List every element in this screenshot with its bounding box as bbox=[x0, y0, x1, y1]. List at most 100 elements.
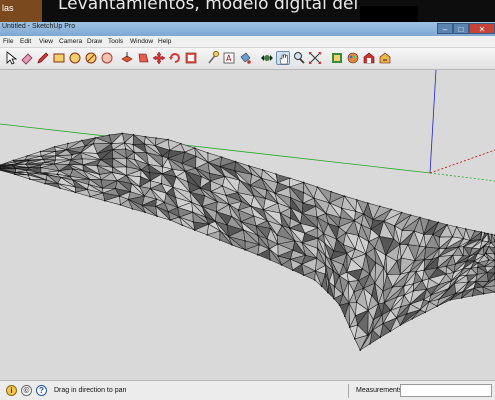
zoom-extents-tool-icon[interactable] bbox=[308, 51, 322, 65]
zoom-tool-icon[interactable] bbox=[292, 51, 306, 65]
terrain-vertex bbox=[26, 171, 29, 174]
orbit-tool-icon[interactable] bbox=[260, 51, 274, 65]
terrain-vertex bbox=[154, 144, 157, 147]
terrain-vertex bbox=[167, 210, 170, 213]
measurements-field[interactable] bbox=[400, 384, 492, 397]
terrain-vertex bbox=[257, 234, 259, 237]
terrain-vertex bbox=[68, 163, 70, 166]
terrain-vertex bbox=[412, 290, 415, 292]
terrain-vertex bbox=[119, 204, 122, 206]
help-icon[interactable]: ? bbox=[36, 385, 47, 396]
push-pull-tool-icon[interactable] bbox=[120, 51, 134, 65]
terrain-vertex bbox=[261, 168, 264, 171]
terrain-vertex bbox=[240, 200, 243, 203]
terrain-vertex bbox=[473, 260, 476, 262]
terrain-vertex bbox=[39, 164, 41, 166]
terrain-vertex bbox=[462, 237, 465, 240]
terrain-vertex bbox=[144, 135, 147, 138]
terrain-vertex bbox=[266, 189, 268, 191]
terrain-vertex bbox=[193, 147, 196, 149]
terrain-vertex bbox=[125, 174, 128, 177]
terrain-vertex bbox=[354, 314, 357, 317]
warehouse-icon[interactable] bbox=[362, 51, 376, 65]
menu-draw[interactable]: Draw bbox=[87, 38, 102, 45]
terrain-vertex bbox=[428, 277, 430, 280]
polygon-tool-icon[interactable] bbox=[100, 51, 114, 65]
move-arrows-tool-icon[interactable] bbox=[152, 51, 166, 65]
menu-view[interactable]: View bbox=[39, 38, 53, 45]
terrain-vertex bbox=[273, 192, 276, 194]
menu-tools[interactable]: Tools bbox=[108, 38, 123, 45]
text-tool-icon[interactable]: A bbox=[222, 51, 236, 65]
materials-icon[interactable] bbox=[346, 51, 360, 65]
terrain-vertex bbox=[268, 248, 271, 250]
credits-icon[interactable]: © bbox=[21, 385, 32, 396]
scale-tool-icon[interactable] bbox=[184, 51, 198, 65]
paint-bucket-tool-icon[interactable] bbox=[238, 51, 252, 65]
close-button[interactable]: ✕ bbox=[469, 23, 495, 34]
circle-tool-icon[interactable] bbox=[68, 51, 82, 65]
terrain-vertex bbox=[338, 304, 341, 306]
terrain-vertex bbox=[396, 295, 399, 298]
terrain-vertex bbox=[423, 233, 425, 236]
terrain-vertex bbox=[391, 286, 394, 288]
maximize-button[interactable]: □ bbox=[453, 23, 469, 34]
terrain-vertex bbox=[354, 248, 357, 250]
terrain-vertex bbox=[39, 150, 42, 153]
terrain-vertex bbox=[327, 291, 329, 294]
select-tool-icon[interactable] bbox=[4, 51, 18, 65]
eraser-tool-icon[interactable] bbox=[20, 51, 34, 65]
terrain-vertex bbox=[121, 132, 124, 135]
pan-tool-icon[interactable] bbox=[276, 51, 290, 65]
terrain-vertex bbox=[79, 151, 82, 154]
terrain-vertex bbox=[490, 241, 492, 244]
terrain-vertex bbox=[74, 186, 77, 188]
terrain-vertex bbox=[354, 210, 357, 213]
model-viewport[interactable] bbox=[0, 70, 495, 380]
terrain-vertex bbox=[89, 195, 92, 198]
georeference-icon[interactable]: i bbox=[6, 385, 17, 396]
share-model-icon[interactable] bbox=[378, 51, 392, 65]
minimize-button[interactable]: – bbox=[437, 23, 453, 34]
terrain-vertex bbox=[144, 211, 146, 214]
terrain-vertex bbox=[155, 137, 157, 139]
window-titlebar[interactable]: Untitled - SketchUp Pro – □ ✕ bbox=[0, 22, 495, 36]
menu-help[interactable]: Help bbox=[158, 38, 171, 45]
terrain-vertex bbox=[400, 211, 403, 214]
tape-measure-tool-icon[interactable] bbox=[206, 51, 220, 65]
terrain-vertex bbox=[187, 181, 189, 183]
menu-file[interactable]: File bbox=[3, 38, 13, 45]
rotate-tool-icon[interactable] bbox=[168, 51, 182, 65]
terrain-vertex bbox=[422, 298, 425, 301]
terrain-vertex bbox=[174, 196, 177, 199]
terrain-vertex bbox=[86, 188, 89, 191]
move-tool-icon[interactable] bbox=[136, 51, 150, 65]
rectangle-tool-icon[interactable] bbox=[52, 51, 66, 65]
terrain-vertex bbox=[207, 161, 209, 164]
terrain-vertex bbox=[29, 178, 31, 180]
menu-edit[interactable]: Edit bbox=[20, 38, 31, 45]
arc-tool-icon[interactable] bbox=[84, 51, 98, 65]
terrain-vertex bbox=[25, 163, 27, 166]
menu-camera[interactable]: Camera bbox=[59, 38, 82, 45]
terrain-vertex bbox=[369, 273, 371, 275]
terrain-vertex bbox=[123, 142, 126, 144]
measurements-label: Measurements bbox=[356, 387, 403, 394]
terrain-vertex bbox=[167, 157, 169, 160]
components-icon[interactable] bbox=[330, 51, 344, 65]
terrain-vertex bbox=[382, 322, 384, 325]
terrain-vertex bbox=[488, 259, 490, 261]
terrain-vertex bbox=[438, 236, 441, 238]
terrain-vertex bbox=[356, 324, 359, 326]
terrain-vertex bbox=[277, 255, 279, 257]
menu-window[interactable]: Window bbox=[130, 38, 153, 45]
pencil-line-tool-icon[interactable] bbox=[36, 51, 50, 65]
terrain-vertex bbox=[399, 324, 402, 326]
terrain-vertex bbox=[487, 241, 490, 243]
terrain-vertex bbox=[71, 154, 73, 156]
terrain-vertex bbox=[269, 227, 272, 230]
terrain-vertex bbox=[450, 279, 453, 282]
terrain-vertex bbox=[133, 151, 136, 154]
terrain-vertex bbox=[56, 182, 59, 185]
terrain-vertex bbox=[149, 179, 152, 182]
